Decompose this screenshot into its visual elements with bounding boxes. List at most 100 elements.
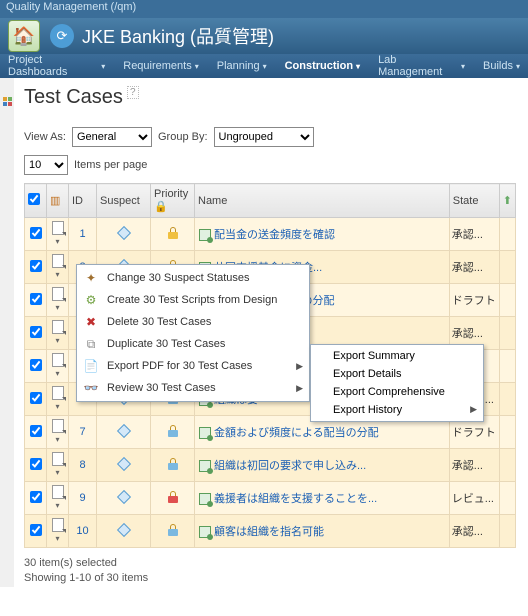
submenu-item-label: Export Details bbox=[333, 368, 401, 380]
submenu-arrow-icon: ▶ bbox=[296, 383, 303, 394]
row-action-icon[interactable] bbox=[52, 452, 64, 466]
col-header-checkbox[interactable] bbox=[25, 184, 47, 218]
menu-item-label: Delete 30 Test Cases bbox=[107, 316, 211, 328]
chevron-down-icon[interactable]: ▾ bbox=[55, 303, 59, 312]
menu-item-icon: ⚙ bbox=[83, 292, 99, 308]
row-action-icon[interactable] bbox=[52, 254, 64, 268]
grid-icon[interactable] bbox=[2, 96, 12, 106]
row-action-icon[interactable] bbox=[52, 287, 64, 301]
row-checkbox[interactable] bbox=[30, 392, 42, 404]
help-icon[interactable]: ? bbox=[127, 86, 139, 99]
row-id-link[interactable]: 9 bbox=[79, 492, 85, 504]
row-id-link[interactable]: 1 bbox=[79, 228, 85, 240]
nav-construction[interactable]: Construction▾ bbox=[285, 60, 360, 72]
row-action-icon[interactable] bbox=[52, 419, 64, 433]
menu-item-icon: 👓 bbox=[83, 380, 99, 396]
submenu-item[interactable]: Export Details bbox=[311, 365, 483, 383]
chevron-down-icon[interactable]: ▾ bbox=[55, 501, 59, 510]
menu-item-label: Review 30 Test Cases bbox=[107, 382, 216, 394]
row-action-icon[interactable] bbox=[52, 221, 64, 235]
testcase-icon bbox=[199, 460, 211, 472]
row-action-icon[interactable] bbox=[52, 485, 64, 499]
row-checkbox[interactable] bbox=[30, 524, 42, 536]
submenu-item-label: Export Summary bbox=[333, 350, 415, 362]
nav-planning[interactable]: Planning▾ bbox=[217, 60, 267, 72]
chevron-down-icon: ▾ bbox=[516, 62, 520, 71]
row-checkbox[interactable] bbox=[30, 326, 42, 338]
row-name-link[interactable]: 金額および頻度による配当の分配 bbox=[214, 427, 379, 439]
priority-icon bbox=[168, 458, 178, 470]
context-menu-item[interactable]: ✦Change 30 Suspect Statuses bbox=[77, 267, 309, 289]
chevron-down-icon[interactable]: ▾ bbox=[55, 237, 59, 246]
items-per-page-select[interactable]: 10 bbox=[24, 155, 68, 175]
row-checkbox[interactable] bbox=[30, 260, 42, 272]
col-header-extra[interactable]: ⬆ bbox=[499, 184, 515, 218]
home-icon[interactable]: 🏠 bbox=[8, 20, 40, 52]
row-checkbox[interactable] bbox=[30, 227, 42, 239]
row-name-link[interactable]: 顧客は組織を指名可能 bbox=[214, 526, 324, 538]
chevron-down-icon[interactable]: ▾ bbox=[55, 270, 59, 279]
group-by-select[interactable]: Ungrouped bbox=[214, 127, 314, 147]
suspect-icon[interactable] bbox=[116, 225, 130, 239]
col-header-state[interactable]: State bbox=[449, 184, 499, 218]
chevron-down-icon[interactable]: ▾ bbox=[55, 336, 59, 345]
row-checkbox[interactable] bbox=[30, 359, 42, 371]
context-menu-item[interactable]: 📄Export PDF for 30 Test Cases▶ bbox=[77, 355, 309, 377]
menu-item-label: Duplicate 30 Test Cases bbox=[107, 338, 225, 350]
col-header-id[interactable]: ID bbox=[69, 184, 97, 218]
col-header-name[interactable]: Name bbox=[195, 184, 450, 218]
submenu-item[interactable]: Export Summary bbox=[311, 347, 483, 365]
paging-status: Showing 1-10 of 30 items bbox=[24, 571, 516, 586]
row-action-icon[interactable] bbox=[52, 518, 64, 532]
row-checkbox[interactable] bbox=[30, 293, 42, 305]
submenu-item[interactable]: Export Comprehensive bbox=[311, 383, 483, 401]
chevron-down-icon[interactable]: ▾ bbox=[55, 468, 59, 477]
view-as-select[interactable]: General bbox=[72, 127, 152, 147]
row-checkbox[interactable] bbox=[30, 458, 42, 470]
row-name-link[interactable]: 組織は初回の要求で申し込み... bbox=[214, 460, 366, 472]
nav-project-dashboards[interactable]: Project Dashboards▾ bbox=[8, 54, 105, 78]
row-id-link[interactable]: 7 bbox=[79, 426, 85, 438]
nav-bar: Project Dashboards▾ Requirements▾ Planni… bbox=[0, 54, 528, 78]
chevron-down-icon: ▾ bbox=[101, 62, 105, 71]
export-submenu: Export Summary Export Details Export Compr… bbox=[310, 344, 484, 422]
col-header-action[interactable]: ▥ bbox=[47, 184, 69, 218]
nav-requirements[interactable]: Requirements▾ bbox=[123, 60, 199, 72]
menu-item-icon: 📄 bbox=[83, 358, 99, 374]
suspect-icon[interactable] bbox=[116, 456, 130, 470]
context-menu: ✦Change 30 Suspect Statuses⚙Create 30 Te… bbox=[76, 264, 310, 402]
row-name-link[interactable]: 配当金の送金頻度を確認 bbox=[214, 229, 335, 241]
nav-builds[interactable]: Builds▾ bbox=[483, 60, 520, 72]
context-menu-item[interactable]: ✖Delete 30 Test Cases bbox=[77, 311, 309, 333]
priority-icon bbox=[168, 227, 178, 239]
chevron-down-icon[interactable]: ▾ bbox=[55, 435, 59, 444]
menu-item-icon: ✦ bbox=[83, 270, 99, 286]
nav-lab-management[interactable]: Lab Management▾ bbox=[378, 54, 465, 78]
app-logo-icon[interactable]: ⟳ bbox=[50, 24, 74, 48]
chevron-down-icon[interactable]: ▾ bbox=[55, 369, 59, 378]
view-as-label: View As: bbox=[24, 131, 66, 143]
row-name-link[interactable]: 義援者は組織を支援することを... bbox=[214, 493, 377, 505]
row-action-icon[interactable] bbox=[52, 320, 64, 334]
suspect-icon[interactable] bbox=[116, 522, 130, 536]
window-title: Quality Management (/qm) bbox=[6, 1, 136, 13]
row-checkbox[interactable] bbox=[30, 491, 42, 503]
suspect-icon[interactable] bbox=[116, 489, 130, 503]
context-menu-item[interactable]: ⧉Duplicate 30 Test Cases bbox=[77, 333, 309, 355]
context-menu-item[interactable]: ⚙Create 30 Test Scripts from Design bbox=[77, 289, 309, 311]
suspect-icon[interactable] bbox=[116, 423, 130, 437]
row-action-icon[interactable] bbox=[52, 386, 64, 400]
row-checkbox[interactable] bbox=[30, 425, 42, 437]
items-per-page-label: Items per page bbox=[74, 159, 147, 171]
col-header-priority[interactable]: Priority 🔒 bbox=[151, 184, 195, 218]
submenu-item[interactable]: Export History▶ bbox=[311, 401, 483, 419]
col-header-suspect[interactable]: Suspect bbox=[97, 184, 151, 218]
row-id-link[interactable]: 10 bbox=[76, 525, 88, 537]
row-id-link[interactable]: 8 bbox=[79, 459, 85, 471]
chevron-down-icon[interactable]: ▾ bbox=[55, 402, 59, 411]
chevron-down-icon[interactable]: ▾ bbox=[55, 534, 59, 543]
submenu-item-label: Export History bbox=[333, 404, 402, 416]
row-state: 承認... bbox=[449, 251, 499, 284]
context-menu-item[interactable]: 👓 Review 30 Test Cases ▶ bbox=[77, 377, 309, 399]
row-action-icon[interactable] bbox=[52, 353, 64, 367]
